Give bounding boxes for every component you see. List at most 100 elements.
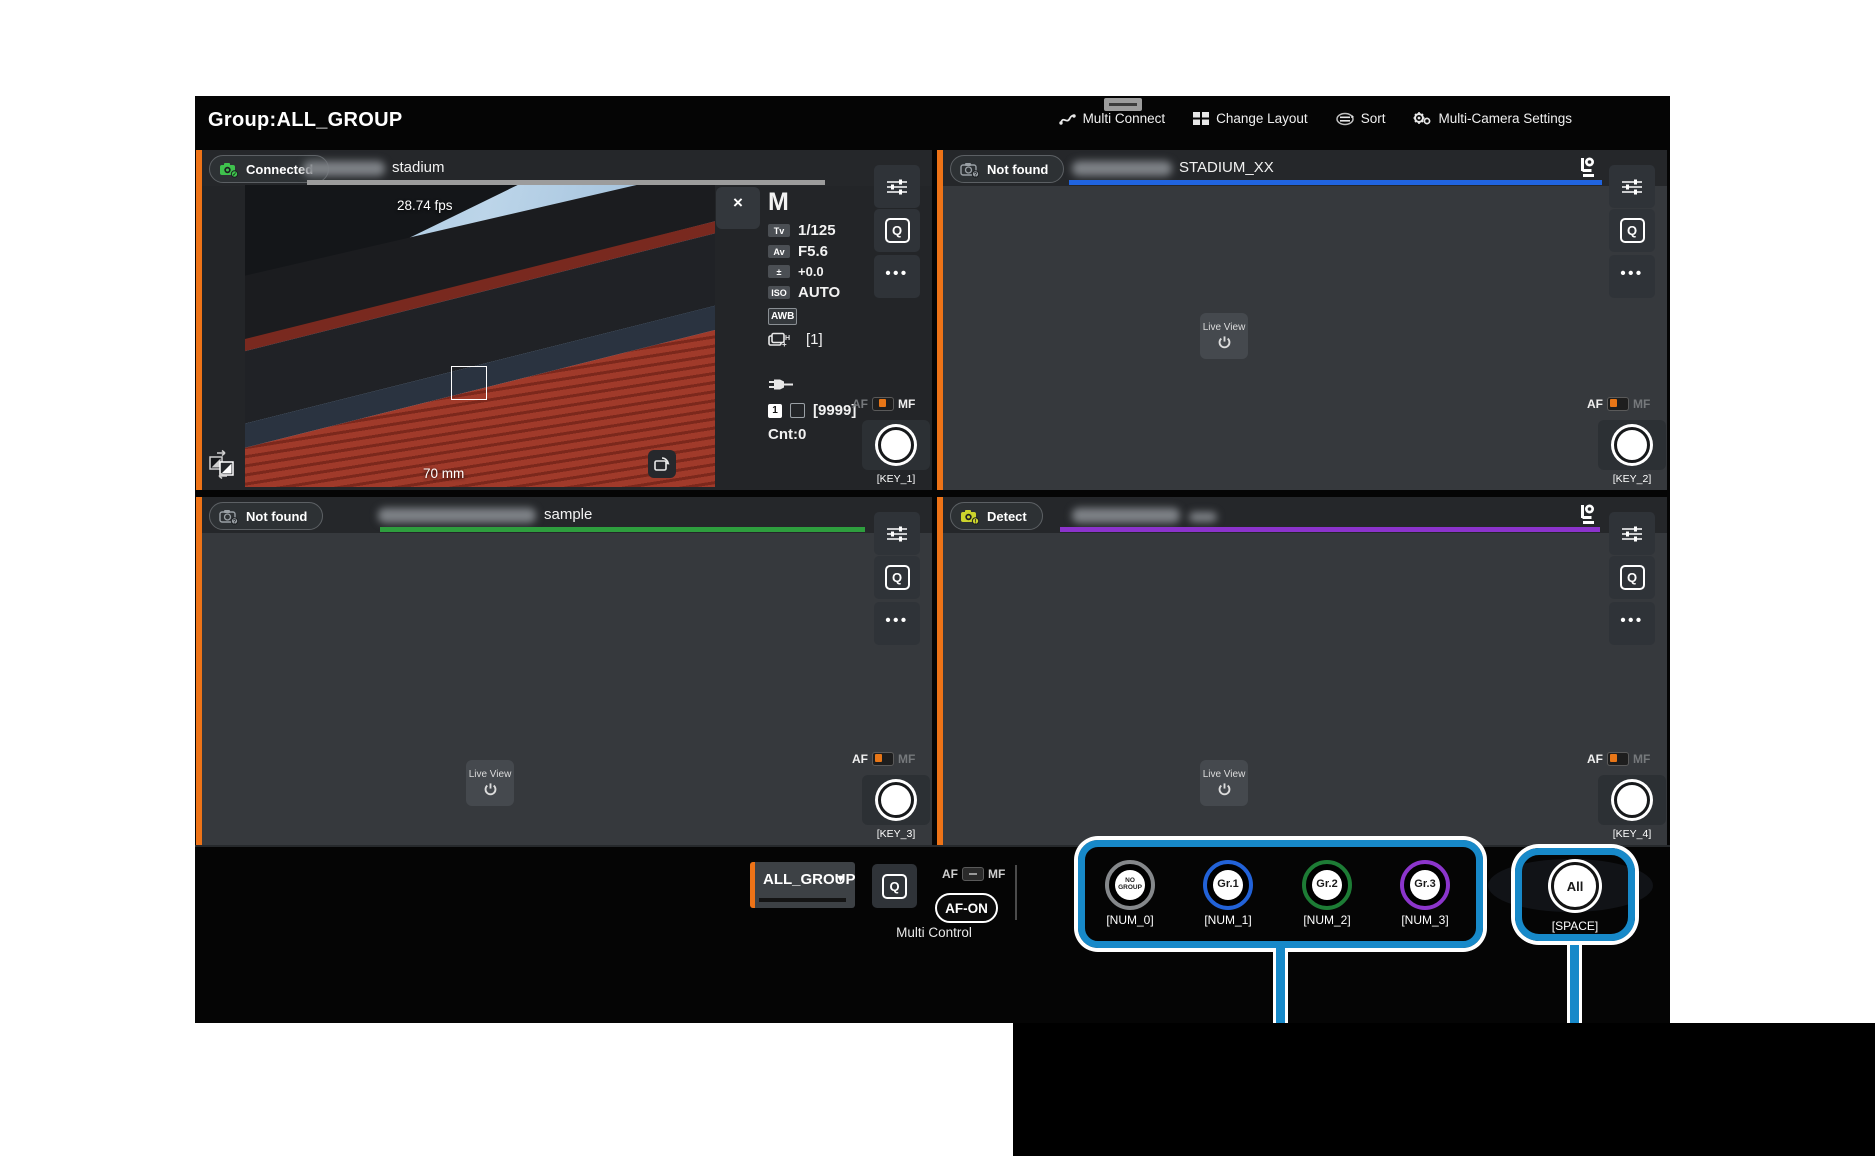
camera-ip-blurred [303,161,385,176]
sort-label: Sort [1361,111,1386,126]
shutter-release-circle [1614,782,1650,818]
quick-control-button[interactable]: Q [1609,556,1655,599]
remote-head-icon [1577,156,1597,179]
sort-button[interactable]: Sort [1336,111,1386,126]
camera-ip-blurred [1072,161,1172,176]
af-on-button[interactable]: AF-ON [935,893,998,923]
af-mf-switch[interactable] [962,867,984,881]
camera-content [943,186,1667,490]
live-view-label: Live View [469,769,512,780]
sort-icon [1336,112,1354,126]
compare-images-button[interactable] [206,448,238,480]
aperture-value: F5.6 [798,243,828,260]
af-on-label: AF-ON [945,901,988,916]
counter-row: Cnt:0 [768,426,806,443]
group-select-dropdown[interactable]: ALL_GROUP ▼ [750,862,855,908]
detail-settings-icon [1621,178,1643,196]
power-icon [1217,782,1232,797]
af-label: AF [942,867,958,881]
remote-head-icon [1577,503,1597,526]
multi-connect-button[interactable]: Multi Connect [1059,111,1166,126]
dropdown-accent-bar [750,862,755,908]
live-view-button[interactable]: Live View [1200,313,1248,359]
multi-quick-control-button[interactable]: Q [872,864,917,908]
shutter-release-button[interactable] [1598,775,1666,825]
live-view-image: 28.74 fps 70 mm [245,185,715,487]
shooting-mode: M [768,188,789,217]
q-icon: Q [885,218,910,243]
change-layout-icon [1193,112,1209,125]
af-mf-toggle[interactable]: AF MF [852,752,915,766]
more-options-button[interactable]: ••• [874,255,920,298]
camera-panel-2: ? Not found STADIUM_XX Live View Q ••• [937,150,1667,490]
af-mf-toggle[interactable]: AF MF [1587,397,1650,411]
chevron-down-icon: ▼ [835,873,846,885]
multi-connect-label: Multi Connect [1083,111,1166,126]
top-menu: Multi Connect Change Layout Sort Multi-C… [1059,111,1572,126]
af-label: AF [1587,752,1603,766]
af-mf-switch[interactable] [1607,397,1629,411]
drive-mode-icon: H+ [768,332,790,348]
slot-number-badge: 1 [768,404,782,418]
live-view-button[interactable]: Live View [466,760,514,806]
more-options-button[interactable]: ••• [1609,255,1655,298]
q-icon: Q [885,565,910,590]
slot-checkbox[interactable] [790,403,805,418]
counter-value: Cnt:0 [768,426,806,443]
iso-row: ISO AUTO [768,284,840,301]
camera-not-found-icon: ? [219,508,239,525]
live-view-label: Live View [1203,769,1246,780]
aperture-row: Av F5.6 [768,243,828,260]
af-mf-toggle[interactable]: AF MF [1587,752,1650,766]
ellipsis-icon: ••• [1620,265,1643,288]
image-transfer-icon [653,456,671,472]
multi-camera-settings-button[interactable]: Multi-Camera Settings [1413,111,1572,126]
camera-not-found-icon: ? [960,161,980,178]
q-icon: Q [1620,218,1645,243]
callout-footnote-area [1013,1023,1875,1156]
detail-settings-icon [1621,525,1643,543]
quick-control-button[interactable]: Q [874,209,920,252]
mf-label: MF [898,397,915,411]
more-options-button[interactable]: ••• [874,602,920,645]
shutter-release-button[interactable] [862,775,930,825]
key-assignment-label: [KEY_1] [862,473,930,485]
power-source-row [768,378,794,391]
more-options-button[interactable]: ••• [1609,602,1655,645]
detail-settings-button[interactable] [874,165,920,208]
shutter-release-button[interactable] [1598,420,1666,470]
bar-divider [1015,865,1017,920]
af-label: AF [1587,397,1603,411]
detail-settings-button[interactable] [1609,512,1655,555]
live-view-button[interactable]: Live View [1200,760,1248,806]
change-layout-button[interactable]: Change Layout [1193,111,1308,126]
exposure-comp-row: ± +0.0 [768,264,824,279]
quick-control-button[interactable]: Q [1609,209,1655,252]
close-live-view-button[interactable]: × [716,187,760,229]
window-drag-handle[interactable] [1104,98,1142,111]
af-frame[interactable] [451,366,487,400]
quick-control-button[interactable]: Q [874,556,920,599]
svg-text:+: + [782,340,787,348]
af-mf-switch[interactable] [872,752,894,766]
image-transfer-button[interactable] [648,450,676,478]
key-assignment-label: [KEY_2] [1598,473,1666,485]
multi-camera-settings-label: Multi-Camera Settings [1438,111,1572,126]
fps-readout: 28.74 fps [397,198,453,213]
ellipsis-icon: ••• [1620,612,1643,635]
detail-settings-icon [886,525,908,543]
af-mf-toggle[interactable]: AF MF [852,397,915,411]
status-label: Not found [246,509,307,524]
af-mf-switch[interactable] [872,397,894,411]
detail-settings-button[interactable] [874,512,920,555]
awb-row: AWB [768,308,797,325]
af-mf-switch[interactable] [1607,752,1629,766]
compare-images-icon [207,449,237,479]
ellipsis-icon: ••• [885,265,908,288]
drive-count: [1] [806,331,823,348]
shutter-release-button[interactable] [862,420,930,470]
detail-settings-button[interactable] [1609,165,1655,208]
camera-panel-1: ✓ Connected stadium 28.74 fps 70 mm [196,150,932,490]
multi-control-label: Multi Control [859,925,1009,940]
multi-af-mf-toggle[interactable]: AF MF [942,867,1005,881]
